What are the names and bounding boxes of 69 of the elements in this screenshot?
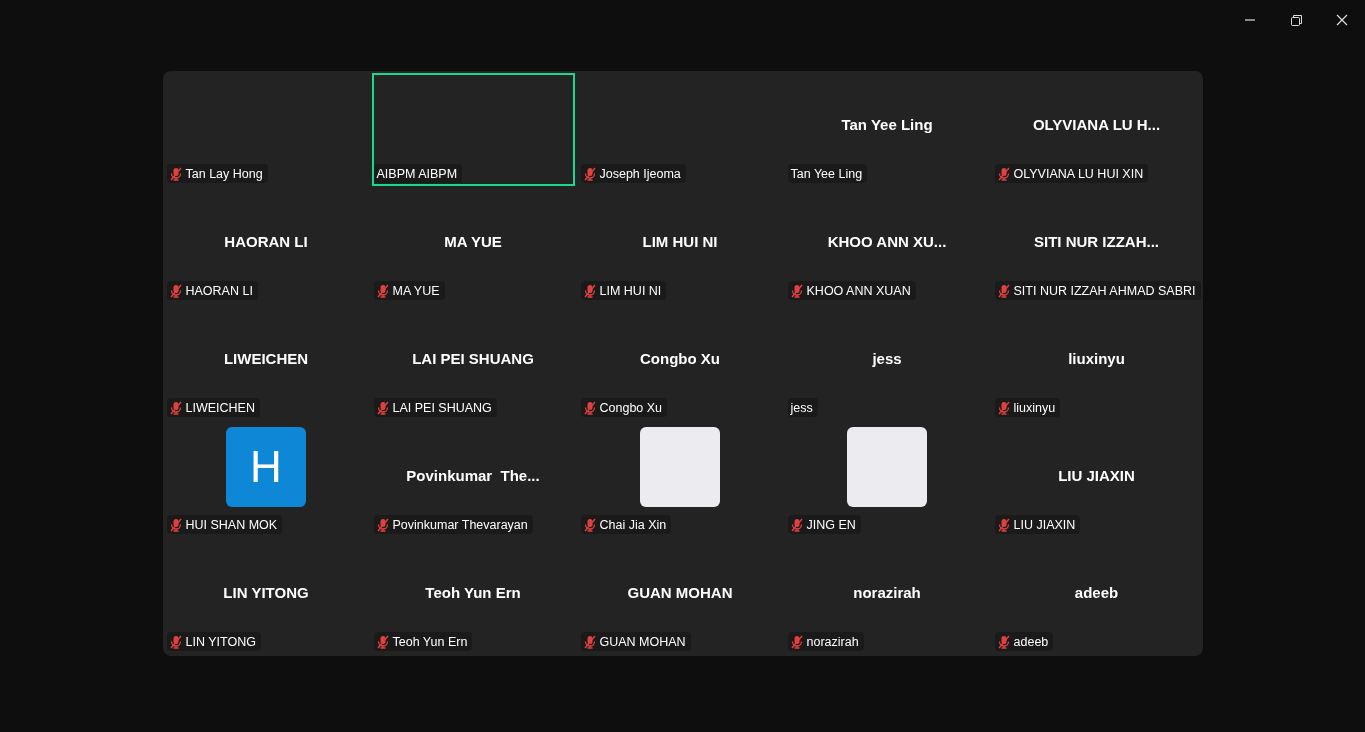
muted-microphone-icon (997, 166, 1010, 181)
muted-microphone-icon (376, 283, 389, 298)
participant-name: Teoh Yun Ern (392, 634, 468, 649)
participant-name: MA YUE (392, 283, 440, 298)
muted-microphone-icon (997, 283, 1010, 298)
participant-name: Congbo Xu (599, 400, 663, 415)
restore-icon (1289, 13, 1303, 27)
participant-name: jess (790, 400, 813, 415)
muted-microphone-icon (583, 283, 596, 298)
participant-name: HAORAN LI (185, 283, 253, 298)
participant-name: GUAN MOHAN (599, 634, 686, 649)
muted-microphone-icon (169, 283, 182, 298)
participant-name-heading: norazirah (853, 584, 921, 601)
muted-microphone-icon (376, 400, 389, 415)
muted-microphone-icon (583, 400, 596, 415)
participant-name: LAI PEI SHUANG (392, 400, 492, 415)
muted-microphone-icon (790, 634, 803, 649)
participant-name: liuxinyu (1013, 400, 1056, 415)
participant-name-heading: liuxinyu (1068, 350, 1125, 367)
participant-name-heading: jess (872, 350, 902, 367)
muted-microphone-icon (376, 517, 389, 532)
participant-name: norazirah (806, 634, 859, 649)
participant-name-heading: MA YUE (444, 233, 502, 250)
close-icon (1336, 14, 1348, 26)
muted-microphone-icon (169, 634, 182, 649)
participant-name: Povinkumar Thevarayan (392, 517, 528, 532)
muted-microphone-icon (583, 517, 596, 532)
participant-name-heading: Tan Yee Ling (841, 116, 933, 133)
participant-name: AIBPM AIBPM (376, 166, 458, 181)
participant-name-heading: LIN YITONG (223, 584, 309, 601)
participant-name: adeeb (1013, 634, 1049, 649)
participant-name: LIM HUI NI (599, 283, 662, 298)
participant-name: OLYVIANA LU HUI XIN (1013, 166, 1144, 181)
initial-avatar: H (226, 426, 306, 507)
muted-microphone-icon (169, 166, 182, 181)
muted-microphone-icon (997, 634, 1010, 649)
muted-microphone-icon (583, 634, 596, 649)
muted-microphone-icon (376, 634, 389, 649)
participant-name-heading: LIM HUI NI (642, 233, 718, 250)
participant-name: LIU JIAXIN (1013, 517, 1076, 532)
muted-microphone-icon (790, 283, 803, 298)
participant-name-heading: LIU JIAXIN (1058, 467, 1135, 484)
muted-microphone-icon (169, 517, 182, 532)
participant-name-heading: HAORAN LI (224, 233, 308, 250)
participant-name-heading: KHOO ANN XU... (827, 233, 947, 250)
participant-name: LIWEICHEN (185, 400, 255, 415)
muted-microphone-icon (790, 517, 803, 532)
participant-name: Chai Jia Xin (599, 517, 667, 532)
muted-microphone-icon (997, 400, 1010, 415)
participant-name-heading: OLYVIANA LU H... (1032, 116, 1161, 133)
participant-name-heading: Teoh Yun Ern (425, 584, 521, 601)
participant-name-heading: SITI NUR IZZAH... (1034, 233, 1159, 250)
participant-name-heading: LAI PEI SHUANG (412, 350, 534, 367)
participant-name: Joseph Ijeoma (599, 166, 681, 181)
participant-name-heading: Povinkumar The... (406, 467, 540, 484)
muted-microphone-icon (169, 400, 182, 415)
participant-name: KHOO ANN XUAN (806, 283, 911, 298)
participant-name: Tan Lay Hong (185, 166, 263, 181)
muted-microphone-icon (997, 517, 1010, 532)
participant-name-heading: LIWEICHEN (223, 350, 309, 367)
participant-name: SITI NUR IZZAH AHMAD SABRI (1013, 283, 1196, 298)
participant-name-heading: Congbo Xu (640, 350, 720, 367)
participant-name-heading: adeeb (1074, 584, 1119, 601)
participant-name: Tan Yee Ling (790, 166, 863, 181)
muted-microphone-icon (583, 166, 596, 181)
participant-name-heading: GUAN MOHAN (627, 584, 733, 601)
participant-name: LIN YITONG (185, 634, 256, 649)
participant-name: JING EN (806, 517, 856, 532)
participant-name: HUI SHAN MOK (185, 517, 278, 532)
